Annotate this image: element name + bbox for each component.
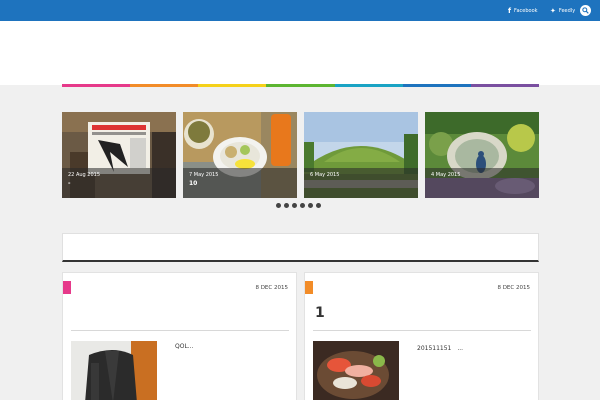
color-segment	[334, 84, 403, 87]
search-icon	[582, 7, 589, 14]
category-tag	[63, 281, 71, 294]
slide-date: 6 May 2015	[310, 172, 340, 178]
slider-pagination	[276, 203, 321, 208]
featured-slider: 22 Aug 2015 - 7 May 2015 10 6 May 2015 4…	[62, 112, 539, 198]
post-title[interactable]: 1	[315, 305, 325, 321]
post-thumbnail[interactable]	[313, 341, 399, 400]
post-date: 8 DEC 2015	[255, 285, 288, 291]
thumbnail-image	[71, 341, 157, 400]
color-rule	[62, 84, 539, 87]
slide-date: 22 Aug 2015	[68, 172, 101, 178]
slide[interactable]: 22 Aug 2015 -	[62, 112, 176, 198]
color-segment	[470, 84, 539, 87]
slide[interactable]: 4 May 2015	[425, 112, 539, 198]
facebook-link[interactable]: f Facebook	[508, 0, 538, 21]
site-header	[0, 21, 600, 85]
pagination-dot[interactable]	[292, 203, 297, 208]
post-card[interactable]: 8 DEC 2015 QOL...	[62, 272, 297, 400]
post-excerpt: 201511151 ...	[417, 345, 464, 352]
slide-title: -	[68, 180, 71, 187]
content-strip	[62, 233, 539, 262]
pagination-dot[interactable]	[300, 203, 305, 208]
post-card[interactable]: 8 DEC 2015 1 201511151 ...	[304, 272, 539, 400]
divider	[313, 330, 531, 331]
slide-title: 10	[189, 180, 198, 187]
post-date: 8 DEC 2015	[497, 285, 530, 291]
color-segment	[402, 84, 471, 87]
color-segment	[198, 84, 267, 87]
pagination-dot[interactable]	[276, 203, 281, 208]
pagination-dot[interactable]	[284, 203, 289, 208]
color-segment	[266, 84, 335, 87]
color-segment	[62, 84, 131, 87]
slide-date: 4 May 2015	[431, 172, 461, 178]
search-button[interactable]	[580, 5, 591, 16]
pagination-dot[interactable]	[308, 203, 313, 208]
slide[interactable]: 7 May 2015 10	[183, 112, 297, 198]
slide[interactable]: 6 May 2015	[304, 112, 418, 198]
feedly-label: Feedly	[558, 7, 576, 14]
facebook-label: Facebook	[514, 7, 538, 14]
slide-date: 7 May 2015	[189, 172, 219, 178]
divider	[71, 330, 289, 331]
pagination-dot[interactable]	[316, 203, 321, 208]
feedly-link[interactable]: ✦ Feedly	[550, 0, 575, 21]
facebook-icon: f	[508, 6, 512, 15]
thumbnail-image	[313, 341, 399, 400]
color-segment	[130, 84, 199, 87]
top-bar: f Facebook ✦ Feedly	[0, 0, 600, 21]
post-thumbnail[interactable]	[71, 341, 157, 400]
feedly-icon: ✦	[550, 6, 556, 15]
post-excerpt: QOL...	[175, 343, 194, 350]
category-tag	[305, 281, 313, 294]
